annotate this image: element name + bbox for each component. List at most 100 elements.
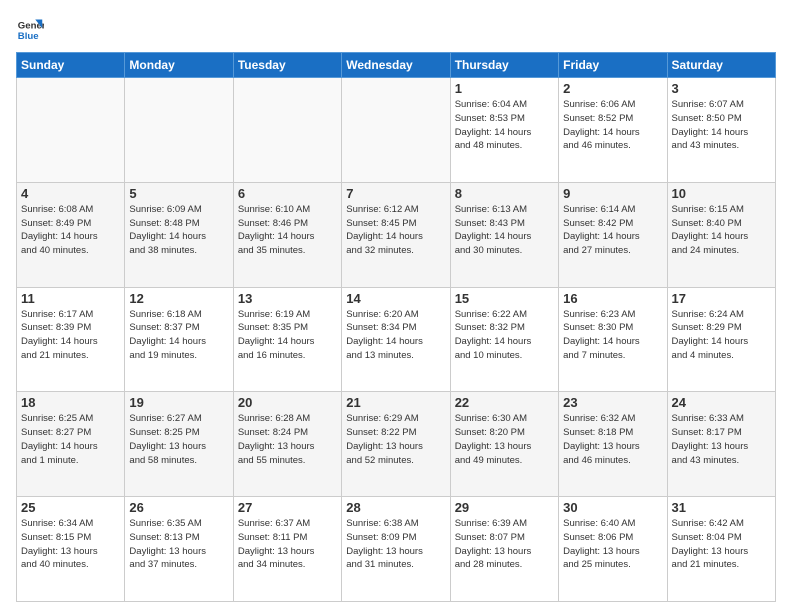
svg-text:Blue: Blue xyxy=(18,31,39,42)
day-number: 7 xyxy=(346,186,445,201)
day-info: Sunrise: 6:25 AMSunset: 8:27 PMDaylight:… xyxy=(21,412,120,467)
week-row-4: 18 Sunrise: 6:25 AMSunset: 8:27 PMDayligh… xyxy=(17,392,776,497)
day-number: 20 xyxy=(238,395,337,410)
calendar-cell: 20 Sunrise: 6:28 AMSunset: 8:24 PMDayligh… xyxy=(233,392,341,497)
day-info: Sunrise: 6:42 AMSunset: 8:04 PMDaylight:… xyxy=(672,517,771,572)
calendar-cell: 22 Sunrise: 6:30 AMSunset: 8:20 PMDayligh… xyxy=(450,392,558,497)
calendar-cell: 15 Sunrise: 6:22 AMSunset: 8:32 PMDayligh… xyxy=(450,287,558,392)
day-number: 6 xyxy=(238,186,337,201)
day-number: 16 xyxy=(563,291,662,306)
day-number: 15 xyxy=(455,291,554,306)
day-info: Sunrise: 6:37 AMSunset: 8:11 PMDaylight:… xyxy=(238,517,337,572)
day-number: 1 xyxy=(455,81,554,96)
weekday-saturday: Saturday xyxy=(667,53,775,78)
day-number: 2 xyxy=(563,81,662,96)
calendar-cell xyxy=(342,78,450,183)
day-number: 23 xyxy=(563,395,662,410)
calendar-cell: 29 Sunrise: 6:39 AMSunset: 8:07 PMDayligh… xyxy=(450,497,558,602)
calendar-cell: 6 Sunrise: 6:10 AMSunset: 8:46 PMDaylight… xyxy=(233,182,341,287)
calendar-cell: 3 Sunrise: 6:07 AMSunset: 8:50 PMDaylight… xyxy=(667,78,775,183)
calendar-cell: 17 Sunrise: 6:24 AMSunset: 8:29 PMDayligh… xyxy=(667,287,775,392)
day-info: Sunrise: 6:19 AMSunset: 8:35 PMDaylight:… xyxy=(238,308,337,363)
calendar-cell: 14 Sunrise: 6:20 AMSunset: 8:34 PMDayligh… xyxy=(342,287,450,392)
calendar-cell: 12 Sunrise: 6:18 AMSunset: 8:37 PMDayligh… xyxy=(125,287,233,392)
day-number: 8 xyxy=(455,186,554,201)
day-number: 19 xyxy=(129,395,228,410)
day-info: Sunrise: 6:22 AMSunset: 8:32 PMDaylight:… xyxy=(455,308,554,363)
calendar-cell: 2 Sunrise: 6:06 AMSunset: 8:52 PMDaylight… xyxy=(559,78,667,183)
day-number: 14 xyxy=(346,291,445,306)
weekday-thursday: Thursday xyxy=(450,53,558,78)
week-row-5: 25 Sunrise: 6:34 AMSunset: 8:15 PMDayligh… xyxy=(17,497,776,602)
day-number: 29 xyxy=(455,500,554,515)
day-number: 27 xyxy=(238,500,337,515)
weekday-wednesday: Wednesday xyxy=(342,53,450,78)
day-info: Sunrise: 6:06 AMSunset: 8:52 PMDaylight:… xyxy=(563,98,662,153)
calendar-cell: 4Sunrise: 6:08 AMSunset: 8:49 PMDaylight… xyxy=(17,182,125,287)
day-number: 24 xyxy=(672,395,771,410)
day-info: Sunrise: 6:17 AMSunset: 8:39 PMDaylight:… xyxy=(21,308,120,363)
day-number: 5 xyxy=(129,186,228,201)
calendar-cell: 9 Sunrise: 6:14 AMSunset: 8:42 PMDaylight… xyxy=(559,182,667,287)
calendar-cell: 21Sunrise: 6:29 AMSunset: 8:22 PMDayligh… xyxy=(342,392,450,497)
day-number: 4 xyxy=(21,186,120,201)
day-info: Sunrise: 6:14 AMSunset: 8:42 PMDaylight:… xyxy=(563,203,662,258)
week-row-2: 4Sunrise: 6:08 AMSunset: 8:49 PMDaylight… xyxy=(17,182,776,287)
day-number: 17 xyxy=(672,291,771,306)
calendar-cell: 13Sunrise: 6:19 AMSunset: 8:35 PMDayligh… xyxy=(233,287,341,392)
week-row-1: 1 Sunrise: 6:04 AMSunset: 8:53 PMDaylight… xyxy=(17,78,776,183)
day-info: Sunrise: 6:18 AMSunset: 8:37 PMDaylight:… xyxy=(129,308,228,363)
day-info: Sunrise: 6:24 AMSunset: 8:29 PMDaylight:… xyxy=(672,308,771,363)
day-number: 22 xyxy=(455,395,554,410)
calendar-cell: 8 Sunrise: 6:13 AMSunset: 8:43 PMDaylight… xyxy=(450,182,558,287)
day-number: 3 xyxy=(672,81,771,96)
weekday-sunday: Sunday xyxy=(17,53,125,78)
calendar-cell: 11 Sunrise: 6:17 AMSunset: 8:39 PMDayligh… xyxy=(17,287,125,392)
calendar-cell: 31 Sunrise: 6:42 AMSunset: 8:04 PMDayligh… xyxy=(667,497,775,602)
day-info: Sunrise: 6:32 AMSunset: 8:18 PMDaylight:… xyxy=(563,412,662,467)
calendar-cell xyxy=(17,78,125,183)
day-info: Sunrise: 6:38 AMSunset: 8:09 PMDaylight:… xyxy=(346,517,445,572)
calendar-cell: 5Sunrise: 6:09 AMSunset: 8:48 PMDaylight… xyxy=(125,182,233,287)
day-info: Sunrise: 6:30 AMSunset: 8:20 PMDaylight:… xyxy=(455,412,554,467)
weekday-tuesday: Tuesday xyxy=(233,53,341,78)
calendar-cell: 26Sunrise: 6:35 AMSunset: 8:13 PMDayligh… xyxy=(125,497,233,602)
day-info: Sunrise: 6:28 AMSunset: 8:24 PMDaylight:… xyxy=(238,412,337,467)
calendar-cell: 23 Sunrise: 6:32 AMSunset: 8:18 PMDayligh… xyxy=(559,392,667,497)
day-info: Sunrise: 6:33 AMSunset: 8:17 PMDaylight:… xyxy=(672,412,771,467)
day-number: 11 xyxy=(21,291,120,306)
day-info: Sunrise: 6:23 AMSunset: 8:30 PMDaylight:… xyxy=(563,308,662,363)
day-info: Sunrise: 6:20 AMSunset: 8:34 PMDaylight:… xyxy=(346,308,445,363)
weekday-header-row: SundayMondayTuesdayWednesdayThursdayFrid… xyxy=(17,53,776,78)
day-number: 25 xyxy=(21,500,120,515)
day-number: 30 xyxy=(563,500,662,515)
calendar-cell: 1 Sunrise: 6:04 AMSunset: 8:53 PMDaylight… xyxy=(450,78,558,183)
day-info: Sunrise: 6:10 AMSunset: 8:46 PMDaylight:… xyxy=(238,203,337,258)
page: General Blue SundayMondayTuesdayWednesda… xyxy=(0,0,792,612)
day-number: 18 xyxy=(21,395,120,410)
calendar-cell: 28Sunrise: 6:38 AMSunset: 8:09 PMDayligh… xyxy=(342,497,450,602)
day-number: 12 xyxy=(129,291,228,306)
day-info: Sunrise: 6:39 AMSunset: 8:07 PMDaylight:… xyxy=(455,517,554,572)
calendar-cell xyxy=(125,78,233,183)
calendar-cell: 10Sunrise: 6:15 AMSunset: 8:40 PMDayligh… xyxy=(667,182,775,287)
calendar-cell: 30 Sunrise: 6:40 AMSunset: 8:06 PMDayligh… xyxy=(559,497,667,602)
day-info: Sunrise: 6:15 AMSunset: 8:40 PMDaylight:… xyxy=(672,203,771,258)
day-info: Sunrise: 6:13 AMSunset: 8:43 PMDaylight:… xyxy=(455,203,554,258)
day-info: Sunrise: 6:04 AMSunset: 8:53 PMDaylight:… xyxy=(455,98,554,153)
day-info: Sunrise: 6:07 AMSunset: 8:50 PMDaylight:… xyxy=(672,98,771,153)
day-info: Sunrise: 6:34 AMSunset: 8:15 PMDaylight:… xyxy=(21,517,120,572)
day-number: 31 xyxy=(672,500,771,515)
calendar-cell: 27 Sunrise: 6:37 AMSunset: 8:11 PMDayligh… xyxy=(233,497,341,602)
calendar-table: SundayMondayTuesdayWednesdayThursdayFrid… xyxy=(16,52,776,602)
header: General Blue xyxy=(16,16,776,44)
week-row-3: 11 Sunrise: 6:17 AMSunset: 8:39 PMDayligh… xyxy=(17,287,776,392)
calendar-cell: 7 Sunrise: 6:12 AMSunset: 8:45 PMDaylight… xyxy=(342,182,450,287)
day-info: Sunrise: 6:40 AMSunset: 8:06 PMDaylight:… xyxy=(563,517,662,572)
day-info: Sunrise: 6:27 AMSunset: 8:25 PMDaylight:… xyxy=(129,412,228,467)
calendar-cell xyxy=(233,78,341,183)
weekday-friday: Friday xyxy=(559,53,667,78)
day-info: Sunrise: 6:12 AMSunset: 8:45 PMDaylight:… xyxy=(346,203,445,258)
day-number: 9 xyxy=(563,186,662,201)
logo-icon: General Blue xyxy=(16,16,44,44)
